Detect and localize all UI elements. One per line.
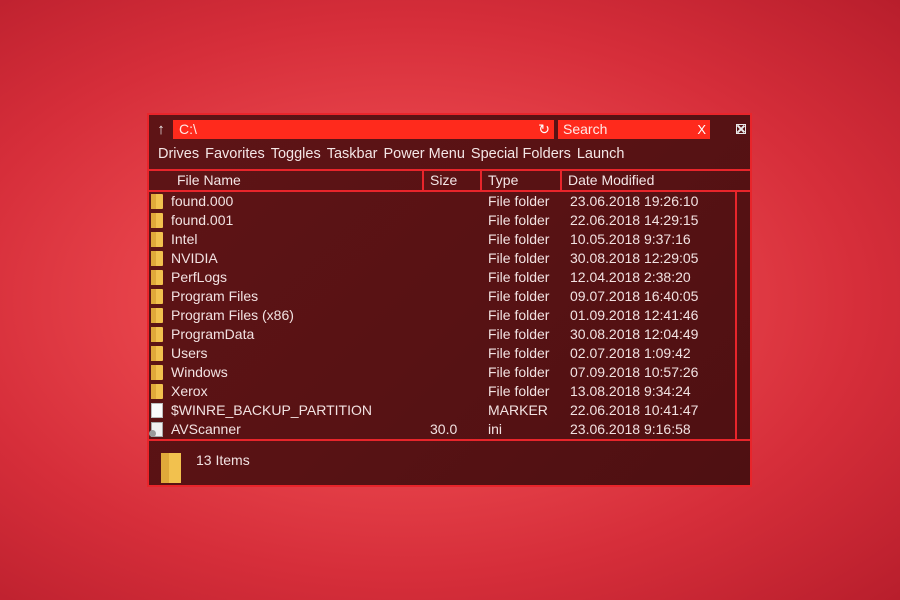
vertical-scrollbar[interactable] [735, 190, 750, 439]
column-header-type[interactable]: Type [482, 171, 562, 190]
search-clear-button[interactable]: X [697, 120, 706, 139]
folder-icon [151, 289, 163, 304]
item-count: 13 Items [196, 452, 250, 468]
file-name: ProgramData [171, 326, 255, 342]
folder-icon [151, 270, 163, 285]
file-type: ini [488, 421, 503, 437]
file-type: File folder [488, 193, 550, 209]
file-row[interactable]: found.000 File folder 23.06.2018 19:26:1… [149, 192, 735, 211]
folder-icon [151, 213, 163, 228]
file-type: File folder [488, 231, 550, 247]
file-type: File folder [488, 269, 550, 285]
file-name: Windows [171, 364, 228, 380]
file-date: 12.04.2018 2:38:20 [570, 269, 691, 285]
address-value: C:\ [179, 121, 197, 137]
file-date: 30.08.2018 12:29:05 [570, 250, 699, 266]
file-date: 09.07.2018 16:40:05 [570, 288, 699, 304]
file-name: NVIDIA [171, 250, 218, 266]
file-date: 22.06.2018 10:41:47 [570, 402, 699, 418]
file-row[interactable]: Users File folder 02.07.2018 1:09:42 [149, 344, 735, 363]
file-name: found.001 [171, 212, 234, 228]
folder-icon [151, 232, 163, 247]
menu-item-toggles[interactable]: Toggles [271, 145, 321, 163]
file-type: File folder [488, 288, 550, 304]
file-date: 22.06.2018 14:29:15 [570, 212, 699, 228]
menu-item-special-folders[interactable]: Special Folders [471, 145, 571, 163]
file-row[interactable]: Intel File folder 10.05.2018 9:37:16 [149, 230, 735, 249]
menu-item-drives[interactable]: Drives [158, 145, 199, 163]
file-date: 30.08.2018 12:04:49 [570, 326, 699, 342]
file-name: Users [171, 345, 208, 361]
file-row[interactable]: Windows File folder 07.09.2018 10:57:26 [149, 363, 735, 382]
file-row[interactable]: found.001 File folder 22.06.2018 14:29:1… [149, 211, 735, 230]
column-header-size[interactable]: Size [424, 171, 482, 190]
file-size: 30.0 [430, 421, 458, 437]
file-type: File folder [488, 345, 550, 361]
ini-file-icon [149, 422, 163, 437]
column-header-row: File Name Size Type Date Modified [149, 169, 750, 192]
menu-item-taskbar[interactable]: Taskbar [327, 145, 378, 163]
folder-icon [151, 384, 163, 399]
file-name: AVScanner [171, 421, 241, 437]
address-bar[interactable]: C:\ ↻ [173, 120, 554, 139]
file-date: 13.08.2018 9:34:24 [570, 383, 691, 399]
arrow-up-icon[interactable]: ↑ [153, 121, 169, 139]
file-list: found.000 File folder 23.06.2018 19:26:1… [149, 192, 735, 441]
search-input[interactable]: Search X [558, 120, 710, 139]
folder-icon [161, 453, 181, 483]
file-date: 07.09.2018 10:57:26 [570, 364, 699, 380]
close-box-icon[interactable] [736, 124, 746, 134]
folder-icon [151, 346, 163, 361]
folder-icon [151, 308, 163, 323]
file-date: 23.06.2018 9:16:58 [570, 421, 691, 437]
menu-bar: Drives Favorites Toggles Taskbar Power M… [158, 145, 624, 163]
file-name: Xerox [171, 383, 208, 399]
file-row[interactable]: PerfLogs File folder 12.04.2018 2:38:20 [149, 268, 735, 287]
file-type: File folder [488, 307, 550, 323]
file-row[interactable]: Program Files (x86) File folder 01.09.20… [149, 306, 735, 325]
file-type: File folder [488, 250, 550, 266]
file-name: $WINRE_BACKUP_PARTITION [171, 402, 372, 418]
file-name: Intel [171, 231, 198, 247]
file-name: Program Files [171, 288, 259, 304]
file-type: File folder [488, 212, 550, 228]
file-icon [151, 403, 163, 418]
file-date: 10.05.2018 9:37:16 [570, 231, 691, 247]
file-type: MARKER [488, 402, 548, 418]
folder-icon [151, 251, 163, 266]
column-header-date-modified[interactable]: Date Modified [562, 171, 750, 190]
file-type: File folder [488, 383, 550, 399]
file-type: File folder [488, 326, 550, 342]
file-name: PerfLogs [171, 269, 228, 285]
menu-item-launch[interactable]: Launch [577, 145, 625, 163]
file-name: Program Files (x86) [171, 307, 294, 323]
column-header-file-name[interactable]: File Name [171, 171, 424, 190]
file-date: 01.09.2018 12:41:46 [570, 307, 699, 323]
status-bar: 13 Items [149, 439, 750, 487]
folder-icon [151, 327, 163, 342]
refresh-icon[interactable]: ↻ [538, 120, 550, 139]
menu-item-favorites[interactable]: Favorites [205, 145, 265, 163]
folder-icon [151, 194, 163, 209]
file-type: File folder [488, 364, 550, 380]
menu-item-power-menu[interactable]: Power Menu [384, 145, 465, 163]
file-row[interactable]: Xerox File folder 13.08.2018 9:34:24 [149, 382, 735, 401]
search-placeholder: Search [563, 121, 608, 137]
folder-icon [151, 365, 163, 380]
file-date: 23.06.2018 19:26:10 [570, 193, 699, 209]
file-name: found.000 [171, 193, 234, 209]
file-row[interactable]: NVIDIA File folder 30.08.2018 12:29:05 [149, 249, 735, 268]
file-explorer-window: ↑ C:\ ↻ Search X Drives Favorites Toggle… [147, 113, 752, 487]
file-row[interactable]: $WINRE_BACKUP_PARTITION MARKER 22.06.201… [149, 401, 735, 420]
file-row[interactable]: AVScanner 30.0 ini 23.06.2018 9:16:58 [149, 420, 735, 439]
file-date: 02.07.2018 1:09:42 [570, 345, 691, 361]
file-row[interactable]: Program Files File folder 09.07.2018 16:… [149, 287, 735, 306]
file-row[interactable]: ProgramData File folder 30.08.2018 12:04… [149, 325, 735, 344]
